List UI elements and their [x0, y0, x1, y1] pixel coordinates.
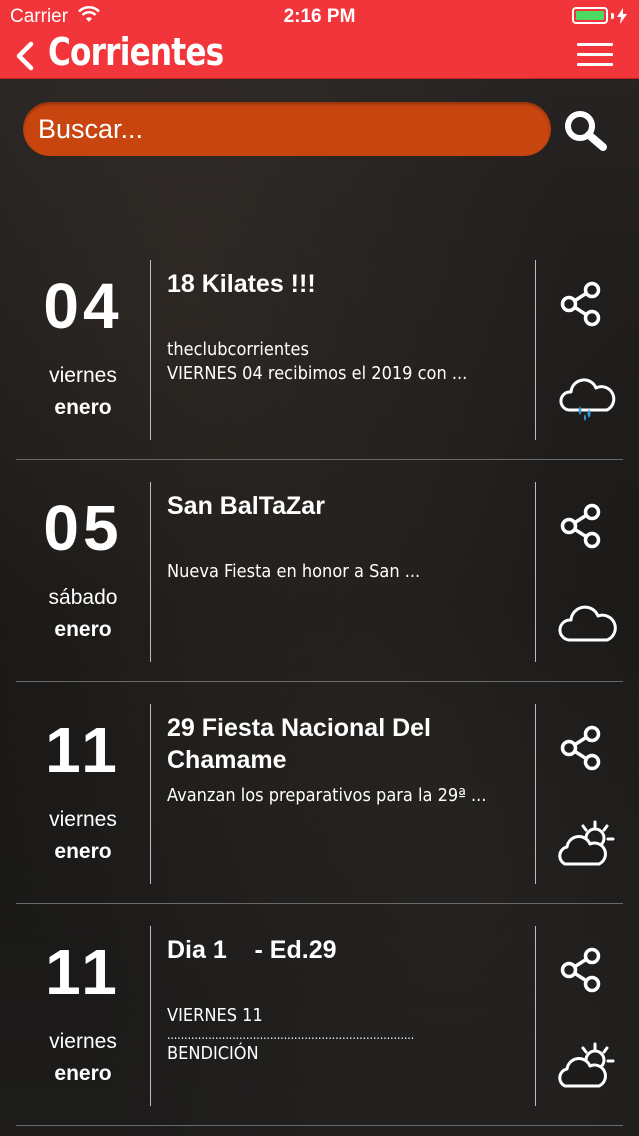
list-item[interactable]: 05 sábado enero San BalTaZar Nueva Fiest… [16, 460, 623, 682]
menu-bar-icon [577, 53, 613, 56]
event-date: 11 viernes enero [16, 926, 150, 1106]
divider [150, 926, 151, 1106]
event-date: 05 sábado enero [16, 482, 150, 662]
event-description: VIERNES 11 [167, 1005, 263, 1026]
event-weekday: viernes [49, 808, 117, 831]
partly-sunny-icon [558, 820, 615, 866]
event-weekday: viernes [49, 1030, 117, 1053]
event-description: Avanzan los preparativos para la 29ª ... [167, 785, 487, 806]
partly-sunny-icon [558, 1042, 615, 1088]
navigation-bar: Carrier 2:16 PM Corrientes [0, 0, 639, 79]
share-icon[interactable] [559, 947, 603, 993]
share-icon[interactable] [559, 725, 603, 771]
event-month: enero [54, 1062, 112, 1085]
divider [150, 260, 151, 440]
event-description: VIERNES 04 recibimos el 2019 con ... [167, 363, 468, 384]
list-item[interactable]: 04 viernes enero 18 Kilates !!! theclubc… [16, 238, 623, 460]
rain-cloud-icon [559, 378, 616, 421]
event-month: enero [54, 618, 112, 641]
status-time: 2:16 PM [283, 6, 356, 27]
event-month: enero [54, 396, 112, 419]
list-item[interactable]: 11 viernes enero Dia 1 - Ed.29 VIERNES 1… [16, 904, 623, 1126]
divider [535, 260, 536, 440]
menu-button[interactable] [577, 43, 613, 69]
event-title: Dia 1 - Ed.29 [167, 936, 337, 964]
event-content: 18 Kilates !!! theclubcorrientes VIERNES… [167, 268, 527, 438]
share-icon[interactable] [559, 281, 603, 327]
event-content: 29 Fiesta Nacional Del Chamame Avanzan l… [167, 712, 527, 882]
event-content: Dia 1 - Ed.29 VIERNES 11 ...............… [167, 934, 527, 1104]
battery-icon [572, 7, 627, 24]
menu-bar-icon [577, 63, 613, 66]
event-description: BENDICIÓN [167, 1043, 259, 1064]
back-button[interactable] [10, 38, 44, 74]
event-description: ........................................… [167, 1028, 415, 1042]
divider [150, 482, 151, 662]
event-list: 04 viernes enero 18 Kilates !!! theclubc… [0, 238, 639, 1126]
event-title: San BalTaZar [167, 492, 325, 520]
charging-bolt-icon [617, 7, 627, 24]
divider [150, 704, 151, 884]
event-description: theclubcorrientes [167, 339, 309, 360]
event-date: 11 viernes enero [16, 704, 150, 884]
event-title: 29 Fiesta Nacional Del Chamame [167, 714, 432, 774]
menu-bar-icon [577, 43, 613, 46]
event-day: 04 [43, 270, 123, 342]
divider [535, 704, 536, 884]
event-weekday: viernes [49, 364, 117, 387]
share-icon[interactable] [559, 503, 603, 549]
cloud-icon [558, 605, 617, 642]
event-month: enero [54, 840, 112, 863]
status-bar: Carrier 2:16 PM [0, 0, 639, 32]
event-day: 11 [45, 936, 121, 1008]
page-title: Corrientes [48, 30, 224, 74]
event-content: San BalTaZar Nueva Fiesta en honor a San… [167, 490, 527, 660]
event-title: 18 Kilates !!! [167, 270, 316, 298]
event-date: 04 viernes enero [16, 260, 150, 440]
search-input[interactable] [38, 102, 538, 156]
list-item[interactable]: 11 viernes enero 29 Fiesta Nacional Del … [16, 682, 623, 904]
search-field [23, 102, 551, 156]
event-day: 05 [43, 492, 123, 564]
search-icon[interactable] [561, 108, 609, 152]
event-weekday: sábado [48, 586, 118, 609]
event-day: 11 [45, 714, 121, 786]
divider [535, 482, 536, 662]
event-description: Nueva Fiesta en honor a San ... [167, 561, 421, 582]
divider [535, 926, 536, 1106]
